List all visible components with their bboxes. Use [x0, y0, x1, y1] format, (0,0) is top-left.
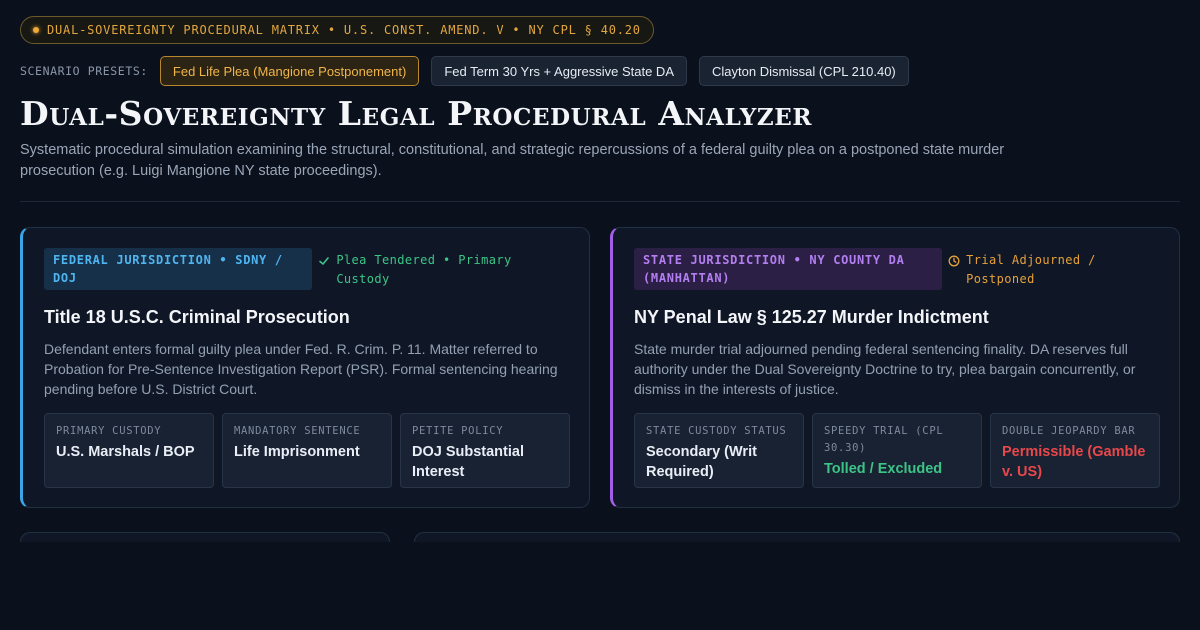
page-title: Dual-Sovereignty Legal Procedural Analyz… — [20, 94, 813, 133]
state-status-text: Trial Adjourned / Postponed — [966, 253, 1096, 286]
federal-card-title: Title 18 U.S.C. Criminal Prosecution — [44, 307, 350, 327]
stat-label: MANDATORY SENTENCE — [234, 425, 361, 437]
federal-status: Plea Tendered • Primary Custody — [318, 248, 569, 289]
stat-primary-custody: PRIMARY CUSTODY U.S. Marshals / BOP — [44, 413, 214, 488]
federal-jurisdiction-tag: FEDERAL JURISDICTION • SDNY / DOJ — [44, 248, 313, 290]
divider — [20, 201, 1180, 202]
federal-jurisdiction-card: FEDERAL JURISDICTION • SDNY / DOJ Plea T… — [20, 227, 590, 508]
stat-label: PETITE POLICY — [412, 425, 504, 437]
stat-state-custody: STATE CUSTODY STATUS Secondary (Writ Req… — [634, 413, 804, 488]
preset-button-clayton-dismissal[interactable]: Clayton Dismissal (CPL 210.40) — [699, 56, 909, 86]
state-status: Trial Adjourned / Postponed — [948, 248, 1159, 289]
state-jurisdiction-card: STATE JURISDICTION • NY COUNTY DA (MANHA… — [610, 227, 1180, 508]
stat-label: PRIMARY CUSTODY — [56, 425, 162, 437]
state-jurisdiction-tag: STATE JURISDICTION • NY COUNTY DA (MANHA… — [634, 248, 943, 290]
stat-value: Life Imprisonment — [234, 444, 360, 460]
stat-value: Secondary (Writ Required) — [646, 444, 757, 480]
presets-label: SCENARIO PRESETS: — [20, 64, 148, 78]
federal-stats: PRIMARY CUSTODY U.S. Marshals / BOP MAND… — [44, 413, 570, 488]
stat-label: STATE CUSTODY STATUS — [646, 425, 787, 437]
preset-button-fed-term-30[interactable]: Fed Term 30 Yrs + Aggressive State DA — [431, 56, 687, 86]
stat-label: DOUBLE JEOPARDY BAR — [1002, 425, 1136, 437]
clock-icon — [948, 255, 960, 267]
stat-value: U.S. Marshals / BOP — [56, 444, 195, 460]
stat-mandatory-sentence: MANDATORY SENTENCE Life Imprisonment — [222, 413, 392, 488]
stat-value: Permissible (Gamble v. US) — [1002, 444, 1146, 480]
stat-value: Tolled / Excluded — [824, 461, 943, 477]
stat-petite-policy: PETITE POLICY DOJ Substantial Interest — [400, 413, 570, 488]
matrix-badge: DUAL-SOVEREIGNTY PROCEDURAL MATRIX • U.S… — [20, 16, 654, 44]
stat-label: SPEEDY TRIAL (CPL 30.30) — [824, 425, 944, 454]
federal-card-body: Defendant enters formal guilty plea unde… — [44, 341, 558, 397]
matrix-label: DUAL-SOVEREIGNTY PROCEDURAL MATRIX • U.S… — [47, 23, 641, 37]
check-icon — [318, 255, 330, 267]
page-bottom — [0, 542, 1200, 630]
scenario-presets: SCENARIO PRESETS: Fed Life Plea (Mangion… — [20, 56, 909, 86]
preset-button-fed-life-plea[interactable]: Fed Life Plea (Mangione Postponement) — [159, 56, 420, 86]
stat-double-jeopardy: DOUBLE JEOPARDY BAR Permissible (Gamble … — [990, 413, 1160, 488]
stat-speedy-trial: SPEEDY TRIAL (CPL 30.30) Tolled / Exclud… — [812, 413, 982, 488]
page-subtitle: Systematic procedural simulation examini… — [20, 142, 1005, 179]
state-card-body: State murder trial adjourned pending fed… — [634, 341, 1136, 397]
state-stats: STATE CUSTODY STATUS Secondary (Writ Req… — [634, 413, 1160, 488]
status-dot-icon — [33, 27, 39, 33]
stat-value: DOJ Substantial Interest — [412, 444, 524, 480]
federal-status-text: Plea Tendered • Primary Custody — [336, 253, 512, 286]
state-card-title: NY Penal Law § 125.27 Murder Indictment — [634, 307, 989, 327]
